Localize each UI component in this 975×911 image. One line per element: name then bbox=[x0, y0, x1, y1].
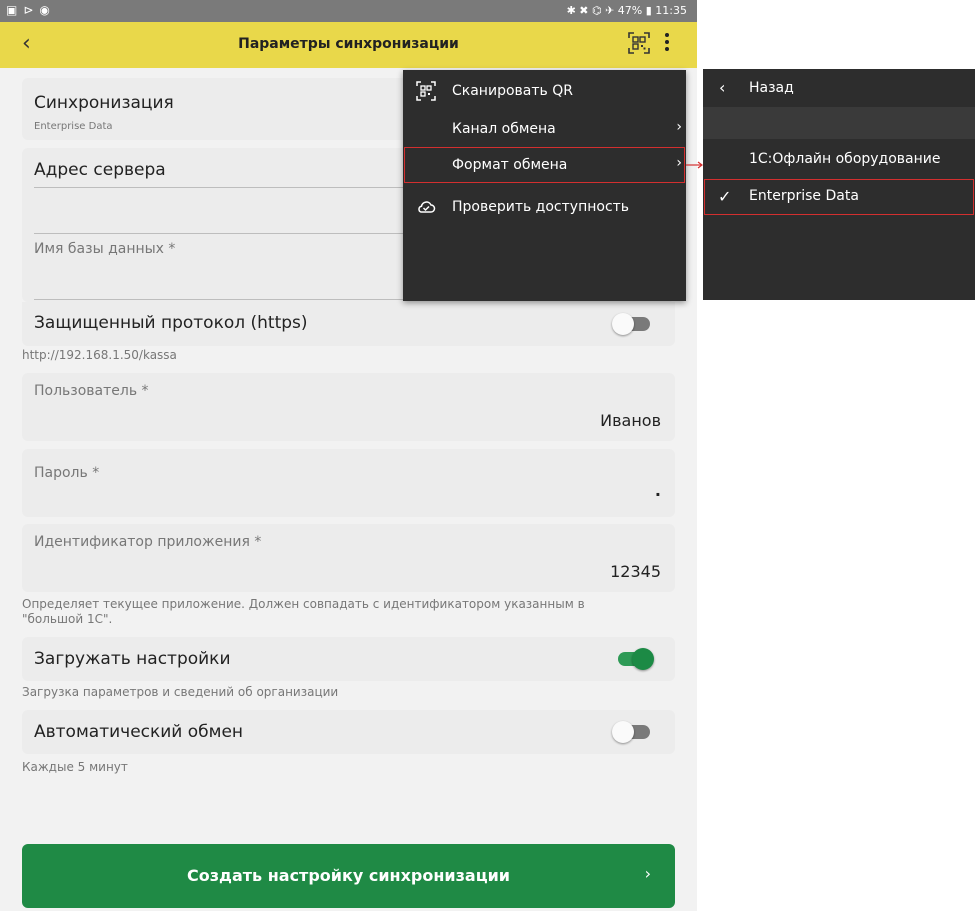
menu-item-check-availability[interactable]: Проверить доступность bbox=[403, 188, 686, 226]
user-card[interactable]: Пользователь * Иванов bbox=[22, 373, 675, 441]
status-bar: ▣ ⊳ ◉ ✱ ✖ ⌬ ✈ 47% ▮ 11:35 bbox=[0, 0, 697, 22]
menu-item-scan-qr[interactable]: Сканировать QR bbox=[403, 72, 686, 110]
load-settings-hint: Загрузка параметров и сведений об органи… bbox=[22, 685, 339, 699]
menu-item-exchange-format[interactable]: Формат обмена › bbox=[403, 146, 686, 184]
https-toggle[interactable] bbox=[612, 313, 652, 335]
gallery-icon: ▣ bbox=[6, 3, 18, 17]
app-id-card[interactable]: Идентификатор приложения * 12345 bbox=[22, 524, 675, 592]
sync-value: Enterprise Data bbox=[34, 121, 113, 132]
submenu-option-offline-equipment[interactable]: 1С:Офлайн оборудование bbox=[703, 141, 975, 179]
user-label: Пользователь * bbox=[34, 383, 149, 399]
password-value: . bbox=[654, 481, 661, 500]
chevron-right-icon: › bbox=[676, 119, 682, 135]
load-settings-toggle[interactable] bbox=[614, 648, 654, 670]
auto-exchange-hint: Каждые 5 минут bbox=[22, 760, 128, 774]
qr-scan-icon[interactable] bbox=[628, 32, 650, 54]
password-card[interactable]: Пароль * . bbox=[22, 449, 675, 517]
format-submenu: ‹ Назад 1С:Офлайн оборудование ✓ Enterpr… bbox=[703, 69, 975, 300]
menu-item-label: Канал обмена bbox=[452, 121, 556, 137]
menu-item-exchange-channel[interactable]: Канал обмена › bbox=[403, 110, 686, 148]
submenu-option-enterprise-data[interactable]: ✓ Enterprise Data bbox=[703, 178, 975, 216]
server-address-label: Адрес сервера bbox=[34, 160, 166, 180]
https-url-hint: http://192.168.1.50/kassa bbox=[22, 348, 177, 362]
checkmark-icon: ✓ bbox=[718, 187, 732, 206]
submenu-back-label: Назад bbox=[749, 80, 794, 96]
chevron-left-icon: ‹ bbox=[719, 78, 726, 97]
menu-item-label: Проверить доступность bbox=[452, 199, 630, 215]
load-settings-label: Загружать настройки bbox=[34, 649, 231, 669]
load-settings-row: Загружать настройки bbox=[22, 637, 675, 681]
submenu-option-label: Enterprise Data bbox=[749, 188, 859, 204]
password-label: Пароль * bbox=[34, 465, 100, 481]
qr-icon bbox=[416, 81, 436, 101]
sync-label: Синхронизация bbox=[34, 93, 174, 113]
submenu-back-button[interactable]: ‹ Назад bbox=[703, 69, 975, 107]
cloud-check-icon bbox=[418, 201, 436, 213]
https-row: Защищенный протокол (https) bbox=[22, 302, 675, 346]
menu-item-label: Формат обмена bbox=[452, 157, 568, 173]
chevron-right-icon: › bbox=[676, 155, 682, 171]
app-id-value: 12345 bbox=[610, 562, 661, 581]
play-icon: ⊳ bbox=[23, 3, 34, 17]
database-name-label: Имя базы данных * bbox=[34, 241, 176, 257]
status-icons-left: ▣ ⊳ ◉ bbox=[6, 3, 50, 17]
app-id-hint-line1: Определяет текущее приложение. Должен со… bbox=[22, 597, 585, 611]
status-indicators: ✱ ✖ ⌬ ✈ 47% ▮ 11:35 bbox=[566, 4, 687, 17]
submenu-option-label: 1С:Офлайн оборудование bbox=[749, 151, 941, 167]
app-id-hint-line2: "большой 1С". bbox=[22, 612, 113, 626]
phone-screen: ▣ ⊳ ◉ ✱ ✖ ⌬ ✈ 47% ▮ 11:35 ‹ Параметры си… bbox=[0, 0, 697, 911]
menu-item-label: Сканировать QR bbox=[452, 83, 573, 99]
overflow-menu: Сканировать QR Канал обмена › Формат обм… bbox=[403, 70, 686, 301]
page-title: Параметры синхронизации bbox=[238, 36, 459, 52]
more-options-icon[interactable] bbox=[664, 33, 670, 55]
https-label: Защищенный протокол (https) bbox=[34, 313, 308, 333]
auto-exchange-toggle[interactable] bbox=[612, 721, 652, 743]
user-value: Иванов bbox=[600, 411, 661, 430]
submenu-separator bbox=[703, 107, 975, 139]
chevron-right-icon: › bbox=[644, 864, 651, 883]
auto-exchange-row: Автоматический обмен bbox=[22, 710, 675, 754]
create-sync-button[interactable]: Создать настройку синхронизации › bbox=[22, 844, 675, 908]
create-sync-label: Создать настройку синхронизации bbox=[187, 866, 510, 885]
sync-icon: ◉ bbox=[39, 3, 50, 17]
app-toolbar: ‹ Параметры синхронизации bbox=[0, 22, 697, 68]
app-id-label: Идентификатор приложения * bbox=[34, 534, 262, 550]
auto-exchange-label: Автоматический обмен bbox=[34, 722, 244, 742]
